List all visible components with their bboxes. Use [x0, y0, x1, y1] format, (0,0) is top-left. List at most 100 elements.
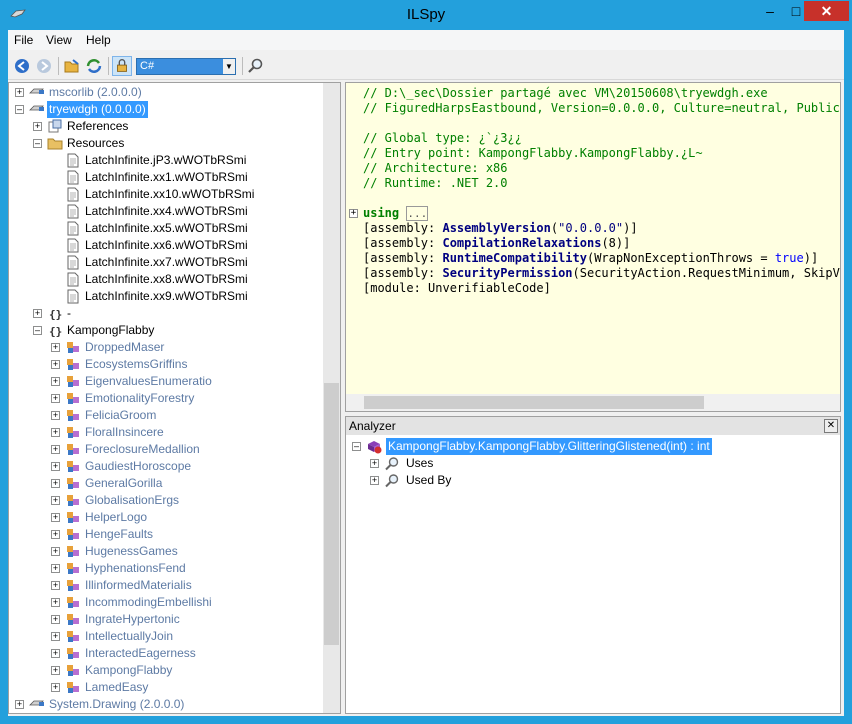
- tree-node[interactable]: + FloralInsincere: [51, 424, 319, 441]
- expand-icon[interactable]: +: [370, 459, 379, 468]
- tree-node[interactable]: LatchInfinite.xx5.wWOTbRSmi: [51, 220, 319, 237]
- tree-node[interactable]: + HelperLogo: [51, 509, 319, 526]
- tree-node[interactable]: – Resources: [33, 135, 319, 152]
- tree-node[interactable]: + IncommodingEmbellishi: [51, 594, 319, 611]
- minimize-button[interactable]: –: [757, 1, 783, 21]
- open-icon[interactable]: [62, 56, 82, 76]
- expand-icon[interactable]: +: [51, 632, 60, 641]
- collapse-icon[interactable]: –: [33, 326, 42, 335]
- expand-icon[interactable]: +: [51, 666, 60, 675]
- tree-node[interactable]: LatchInfinite.xx8.wWOTbRSmi: [51, 271, 319, 288]
- expand-icon[interactable]: +: [51, 411, 60, 420]
- language-select[interactable]: C# ▼: [136, 58, 236, 75]
- expand-icon[interactable]: +: [51, 683, 60, 692]
- expand-icon[interactable]: +: [51, 496, 60, 505]
- expand-icon[interactable]: +: [33, 122, 42, 131]
- tree-node[interactable]: + {} -: [33, 305, 319, 322]
- expand-icon[interactable]: +: [51, 360, 60, 369]
- tree-node[interactable]: LatchInfinite.jP3.wWOTbRSmi: [51, 152, 319, 169]
- expand-icon[interactable]: +: [51, 547, 60, 556]
- tree-node[interactable]: + EcosystemsGriffins: [51, 356, 319, 373]
- tree-node[interactable]: + GeneralGorilla: [51, 475, 319, 492]
- tree-node[interactable]: + EigenvaluesEnumeratio: [51, 373, 319, 390]
- expand-icon[interactable]: +: [15, 88, 24, 97]
- back-icon[interactable]: [12, 56, 32, 76]
- assembly-tree[interactable]: + mscorlib (2.0.0.0) – tryewdgh (0.0.0.0) + R…: [8, 82, 341, 714]
- tree-node[interactable]: + HengeFaults: [51, 526, 319, 543]
- show-internal-icon[interactable]: [112, 56, 132, 76]
- tree-scrollbar[interactable]: [323, 83, 340, 713]
- analyzer-uses-node[interactable]: + Uses: [370, 455, 570, 472]
- expand-icon[interactable]: +: [370, 476, 379, 485]
- code-scrollbar-thumb[interactable]: [364, 396, 704, 409]
- tree-node[interactable]: + IllinformedMaterialis: [51, 577, 319, 594]
- expand-icon[interactable]: +: [51, 513, 60, 522]
- expand-icon[interactable]: +: [51, 462, 60, 471]
- refresh-icon[interactable]: [84, 56, 104, 76]
- tree-scrollbar-thumb[interactable]: [324, 383, 339, 645]
- collapse-icon[interactable]: –: [15, 105, 24, 114]
- expand-icon[interactable]: +: [51, 428, 60, 437]
- expand-icon[interactable]: +: [51, 445, 60, 454]
- expand-icon[interactable]: +: [51, 479, 60, 488]
- code-line: [assembly: AssemblyVersion("0.0.0.0")]: [363, 221, 638, 236]
- class-icon: [67, 665, 79, 676]
- tree-node-label: mscorlib (2.0.0.0): [49, 85, 142, 99]
- menu-file[interactable]: File: [14, 33, 33, 47]
- tree-node[interactable]: + GaudiestHoroscope: [51, 458, 319, 475]
- tree-node[interactable]: LatchInfinite.xx1.wWOTbRSmi: [51, 169, 319, 186]
- tree-node[interactable]: LatchInfinite.xx7.wWOTbRSmi: [51, 254, 319, 271]
- tree-node[interactable]: + ForeclosureMedallion: [51, 441, 319, 458]
- tree-node[interactable]: + mscorlib (2.0.0.0): [15, 84, 319, 101]
- expand-icon[interactable]: +: [51, 581, 60, 590]
- expand-icon[interactable]: +: [51, 394, 60, 403]
- expand-icon[interactable]: +: [33, 309, 42, 318]
- tree-node[interactable]: LatchInfinite.xx4.wWOTbRSmi: [51, 203, 319, 220]
- analyzer-root-node[interactable]: – KampongFlabby.KampongFlabby.Glittering…: [352, 438, 832, 455]
- tree-node[interactable]: + HyphenationsFend: [51, 560, 319, 577]
- expand-icon[interactable]: +: [51, 530, 60, 539]
- tree-node[interactable]: LatchInfinite.xx6.wWOTbRSmi: [51, 237, 319, 254]
- analyzer-close-icon[interactable]: ✕: [824, 419, 838, 433]
- tree-node[interactable]: + System.Drawing (2.0.0.0): [15, 696, 319, 713]
- collapse-icon[interactable]: –: [352, 442, 361, 451]
- tree-node[interactable]: LatchInfinite.xx10.wWOTbRSmi: [51, 186, 319, 203]
- collapsed-using-block[interactable]: ...: [406, 206, 429, 221]
- tree-node[interactable]: + LamedEasy: [51, 679, 319, 696]
- chevron-down-icon[interactable]: ▼: [223, 59, 235, 74]
- tree-node[interactable]: + EmotionalityForestry: [51, 390, 319, 407]
- expand-icon[interactable]: +: [15, 700, 24, 709]
- tree-node-label: IncommodingEmbellishi: [85, 595, 212, 609]
- code-horizontal-scrollbar[interactable]: [346, 394, 840, 411]
- tree-node-label: GeneralGorilla: [85, 476, 163, 490]
- tree-node[interactable]: + References: [33, 118, 319, 135]
- expand-icon[interactable]: +: [51, 649, 60, 658]
- resource-file-icon: [67, 238, 79, 253]
- menu-view[interactable]: View: [46, 33, 72, 47]
- expand-icon[interactable]: +: [349, 209, 358, 218]
- menu-help[interactable]: Help: [86, 33, 111, 47]
- tree-node[interactable]: + DroppedMaser: [51, 339, 319, 356]
- tree-node[interactable]: + FeliciaGroom: [51, 407, 319, 424]
- expand-icon[interactable]: +: [51, 564, 60, 573]
- tree-node[interactable]: –{} KampongFlabby: [33, 322, 319, 339]
- tree-node[interactable]: + HugenessGames: [51, 543, 319, 560]
- tree-node[interactable]: + IntellectuallyJoin: [51, 628, 319, 645]
- analyzer-used-by-node[interactable]: + Used By: [370, 472, 570, 489]
- collapse-icon[interactable]: –: [33, 139, 42, 148]
- tree-node[interactable]: + InteractedEagerness: [51, 645, 319, 662]
- tree-node[interactable]: + KampongFlabby: [51, 662, 319, 679]
- close-button[interactable]: ✕: [804, 1, 849, 21]
- expand-icon[interactable]: +: [51, 615, 60, 624]
- tree-node[interactable]: + GlobalisationErgs: [51, 492, 319, 509]
- expand-icon[interactable]: +: [51, 598, 60, 607]
- expand-icon[interactable]: +: [51, 343, 60, 352]
- tree-node[interactable]: – tryewdgh (0.0.0.0): [15, 101, 319, 118]
- expand-icon[interactable]: +: [51, 377, 60, 386]
- assembly-icon: [29, 105, 44, 111]
- code-view[interactable]: // D:\_sec\Dossier partagé avec VM\20150…: [345, 82, 841, 412]
- tree-node[interactable]: LatchInfinite.xx9.wWOTbRSmi: [51, 288, 319, 305]
- search-icon[interactable]: [246, 56, 266, 76]
- forward-icon[interactable]: [34, 56, 54, 76]
- tree-node[interactable]: + IngrateHypertonic: [51, 611, 319, 628]
